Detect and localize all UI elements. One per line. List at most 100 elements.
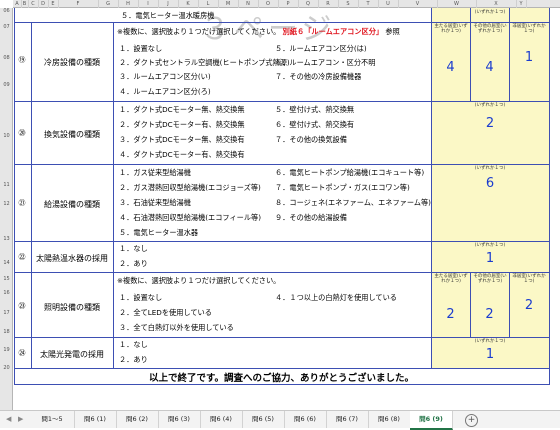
- answer-cell[interactable]: 1: [431, 251, 549, 266]
- answer-header: (いずれか１つ): [474, 103, 506, 108]
- option-item: ３．全て白熱灯以外を使用している: [119, 323, 234, 332]
- answer-cell-other[interactable]: 2: [470, 307, 509, 322]
- column-header-g[interactable]: G: [98, 0, 119, 8]
- option-item: ２．ガス潜熱回収型給湯機(エコジョーズ等): [119, 183, 261, 192]
- option-item: ４．ダクト式DCモーター有、熱交換有: [119, 150, 245, 159]
- section-title: 冷房設備の種類: [44, 58, 100, 67]
- answer-header-main: 主たる居室(いずれか１つ): [434, 24, 468, 34]
- row-header[interactable]: 16: [0, 290, 13, 296]
- sheet-tab[interactable]: 問6 (8): [368, 411, 411, 428]
- answer-header-label: (いずれか１つ): [474, 10, 506, 15]
- option-item: ４．石油潜熱回収型給湯機(エコフィール等): [119, 213, 262, 222]
- option-item: ６．ルームエアコン・区分不明: [275, 58, 376, 67]
- column-header-t[interactable]: T: [358, 0, 379, 8]
- column-header-y[interactable]: Y: [516, 0, 527, 8]
- section-number: ㉑: [18, 199, 26, 207]
- option-item: ５．壁付け式、熱交換無: [275, 105, 355, 114]
- answer-header-nonliving: 非居室(いずれか１つ): [512, 274, 546, 284]
- option-item: １．ダクト式DCモーター無、熱交換無: [119, 105, 245, 114]
- option-item: １．ガス従来型給湯機: [119, 168, 191, 177]
- section-number: ㉔: [18, 349, 26, 357]
- answer-cell[interactable]: 6: [431, 176, 549, 191]
- option-item: ４．ルームエアコン区分(ろ): [119, 87, 211, 96]
- row-header[interactable]: 07: [0, 24, 13, 30]
- row-header[interactable]: 11: [0, 182, 13, 188]
- sheet-tab[interactable]: 問6 (4): [200, 411, 243, 428]
- answer-header: (いずれか１つ): [474, 339, 506, 344]
- row-header[interactable]: 12: [0, 201, 13, 207]
- option-item: ６．壁付け式、熱交換有: [275, 120, 355, 129]
- sheet-tab[interactable]: 問1～5: [30, 411, 75, 428]
- sheet-tab-bar: ◀ ▶ 問1～5 問6 (1) 問6 (2) 問6 (3) 問6 (4) 問6 (5) 問6…: [0, 410, 560, 430]
- column-header-s[interactable]: S: [338, 0, 359, 8]
- sheet-tab[interactable]: 問6 (1): [74, 411, 117, 428]
- next-sheet-icon[interactable]: ▶: [18, 411, 23, 428]
- row-header[interactable]: 13: [0, 236, 13, 242]
- option-item: ３．ダクト式DCモーター無、熱交換有: [119, 135, 245, 144]
- answer-header-main: 主たる居室(いずれか１つ): [434, 274, 468, 284]
- prev-sheet-icon[interactable]: ◀: [6, 411, 11, 428]
- section-number: ㉒: [18, 253, 26, 261]
- answer-cell-main[interactable]: 4: [431, 60, 470, 75]
- section-note: ※複数に、選択肢より１つだけ選択してください。 別紙６「ルームエアコン区分」 参…: [117, 27, 400, 37]
- note-text: ※複数に、選択肢より１つだけ選択してください。: [117, 27, 281, 36]
- sheet-tab[interactable]: 問6 (6): [284, 411, 327, 428]
- answer-header-other: その他の居室(いずれか１つ): [473, 24, 507, 34]
- column-header-h[interactable]: H: [118, 0, 139, 8]
- option-item: ６．電気ヒートポンプ給湯機(エコキュート等): [275, 168, 425, 177]
- option-item: ８．コージェネ(エネファーム、エネファーム等): [275, 198, 431, 207]
- answer-cell-other[interactable]: 4: [470, 60, 509, 75]
- row-header[interactable]: 20: [0, 365, 13, 371]
- sheet-tab[interactable]: 問6 (3): [158, 411, 201, 428]
- row-header[interactable]: 08: [0, 55, 13, 61]
- option-item: １．設置なし: [119, 293, 163, 302]
- row-header[interactable]: 19: [0, 347, 13, 353]
- option-item: ２．あり: [119, 259, 148, 268]
- note-reference-link: 別紙６「ルームエアコン区分」: [282, 27, 384, 36]
- column-header-v[interactable]: V: [398, 0, 438, 8]
- answer-cell[interactable]: 1: [431, 347, 549, 362]
- option-item: ７．その他の換気設備: [275, 135, 347, 144]
- section-title: 照明設備の種類: [44, 303, 100, 312]
- section-number: ㉓: [18, 302, 26, 310]
- sheet-tab[interactable]: 問6 (2): [116, 411, 159, 428]
- note-suffix: 参照: [385, 27, 400, 36]
- answer-header-other: その他の居室(いずれか１つ): [473, 274, 507, 284]
- answer-cell-nonliving[interactable]: 1: [509, 50, 549, 65]
- answer-header: (いずれか１つ): [474, 166, 506, 171]
- answer-cell-nonliving[interactable]: 2: [509, 298, 549, 313]
- top-partial-option: ５．電気ヒーター温水暖房機: [121, 11, 215, 20]
- row-header[interactable]: 06: [0, 8, 13, 14]
- column-header-f[interactable]: F: [58, 0, 99, 8]
- row-header[interactable]: 10: [0, 133, 13, 139]
- column-header-i[interactable]: I: [138, 0, 159, 8]
- answer-cell[interactable]: 2: [431, 116, 549, 131]
- option-item: ３．石油従来型給湯機: [119, 198, 191, 207]
- column-header-w[interactable]: W: [437, 0, 477, 8]
- answer-cell-main[interactable]: 2: [431, 307, 470, 322]
- sheet-tab[interactable]: 問6 (9): [410, 411, 453, 430]
- row-header[interactable]: 17: [0, 310, 13, 316]
- option-item: ７．その他の冷房設備機器: [275, 72, 362, 81]
- sheet-tab[interactable]: 問6 (5): [242, 411, 285, 428]
- option-item: １．なし: [119, 340, 148, 349]
- row-header-bar: 06 07 08 09 10 11 12 13 14 15 16 17 18 19 20: [0, 8, 13, 410]
- sheet-tab[interactable]: 問6 (7): [326, 411, 369, 428]
- option-item: ５．電気ヒーター温水器: [119, 228, 199, 237]
- column-header-u[interactable]: U: [378, 0, 399, 8]
- column-header-j[interactable]: J: [158, 0, 179, 8]
- option-item: １．設置なし: [119, 44, 163, 53]
- answer-header: (いずれか１つ): [474, 243, 506, 248]
- row-header[interactable]: 14: [0, 260, 13, 266]
- section-number: ⑳: [18, 129, 26, 137]
- column-header-k[interactable]: K: [178, 0, 199, 8]
- row-header[interactable]: 09: [0, 82, 13, 88]
- row-header[interactable]: 15: [0, 276, 13, 282]
- option-item: ２．ダクト式セントラル空調機(ヒートポンプ式熱源): [119, 58, 290, 67]
- option-item: ２．全てLEDを使用している: [119, 308, 212, 317]
- add-sheet-icon[interactable]: +: [465, 414, 478, 427]
- column-header-x[interactable]: X: [476, 0, 517, 8]
- section-title: 太陽光発電の採用: [40, 350, 104, 359]
- row-header[interactable]: 18: [0, 329, 13, 335]
- option-item: １．なし: [119, 244, 148, 253]
